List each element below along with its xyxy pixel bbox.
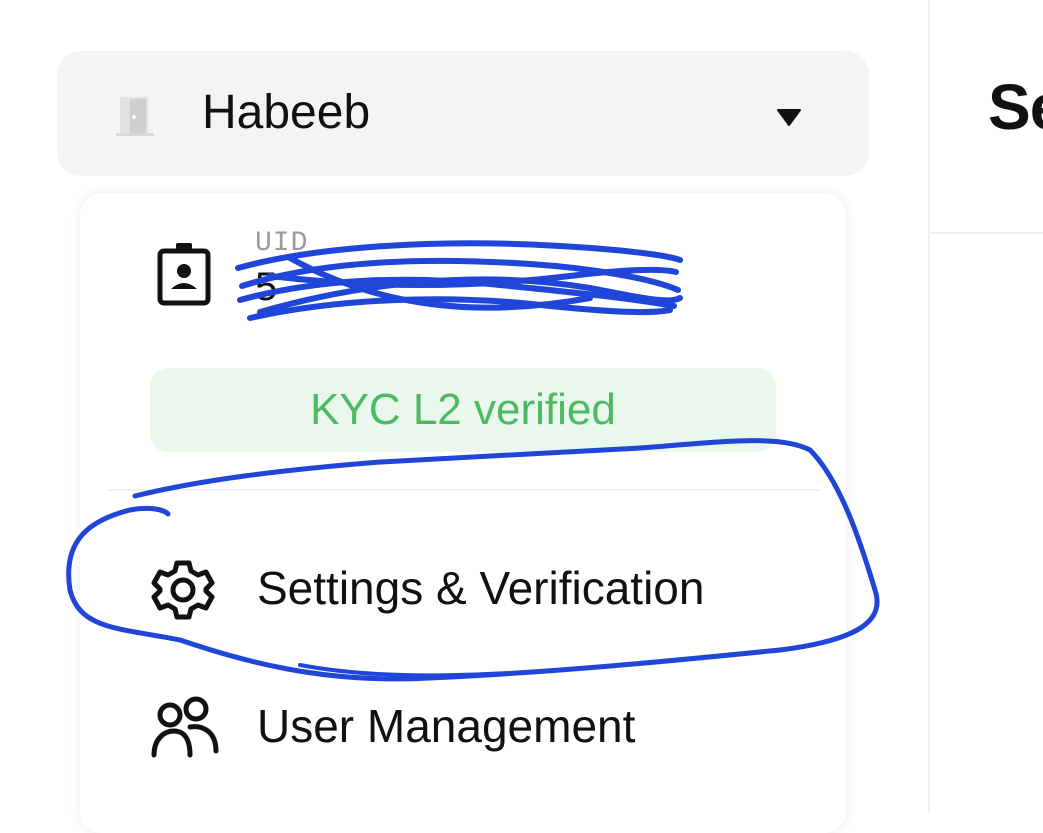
redaction-scribble (235, 240, 683, 321)
page-title: Se (988, 71, 1043, 143)
account-dropdown-menu: UID 5 KYC L2 verified Settings & Verific… (80, 193, 846, 833)
account-name: Habeeb (202, 86, 371, 139)
users-icon (151, 696, 219, 758)
account-selector[interactable]: Habeeb (57, 51, 869, 176)
menu-item-settings-verification[interactable]: Settings & Verification (80, 533, 846, 643)
menu-item-label: User Management (257, 700, 636, 752)
menu-divider (108, 489, 820, 491)
id-badge-icon (157, 243, 211, 306)
door-icon (116, 97, 154, 136)
gear-icon (151, 560, 215, 620)
main-pane: Se (930, 0, 1043, 813)
caret-down-icon[interactable] (776, 108, 802, 128)
header-divider (930, 232, 1043, 234)
menu-item-label: Settings & Verification (257, 562, 705, 614)
menu-item-user-management[interactable]: User Management (80, 671, 846, 781)
kyc-status-badge: KYC L2 verified (150, 368, 776, 452)
sidebar-pane: Habeeb UID 5 KYC L2 verified Settings & … (0, 0, 928, 833)
